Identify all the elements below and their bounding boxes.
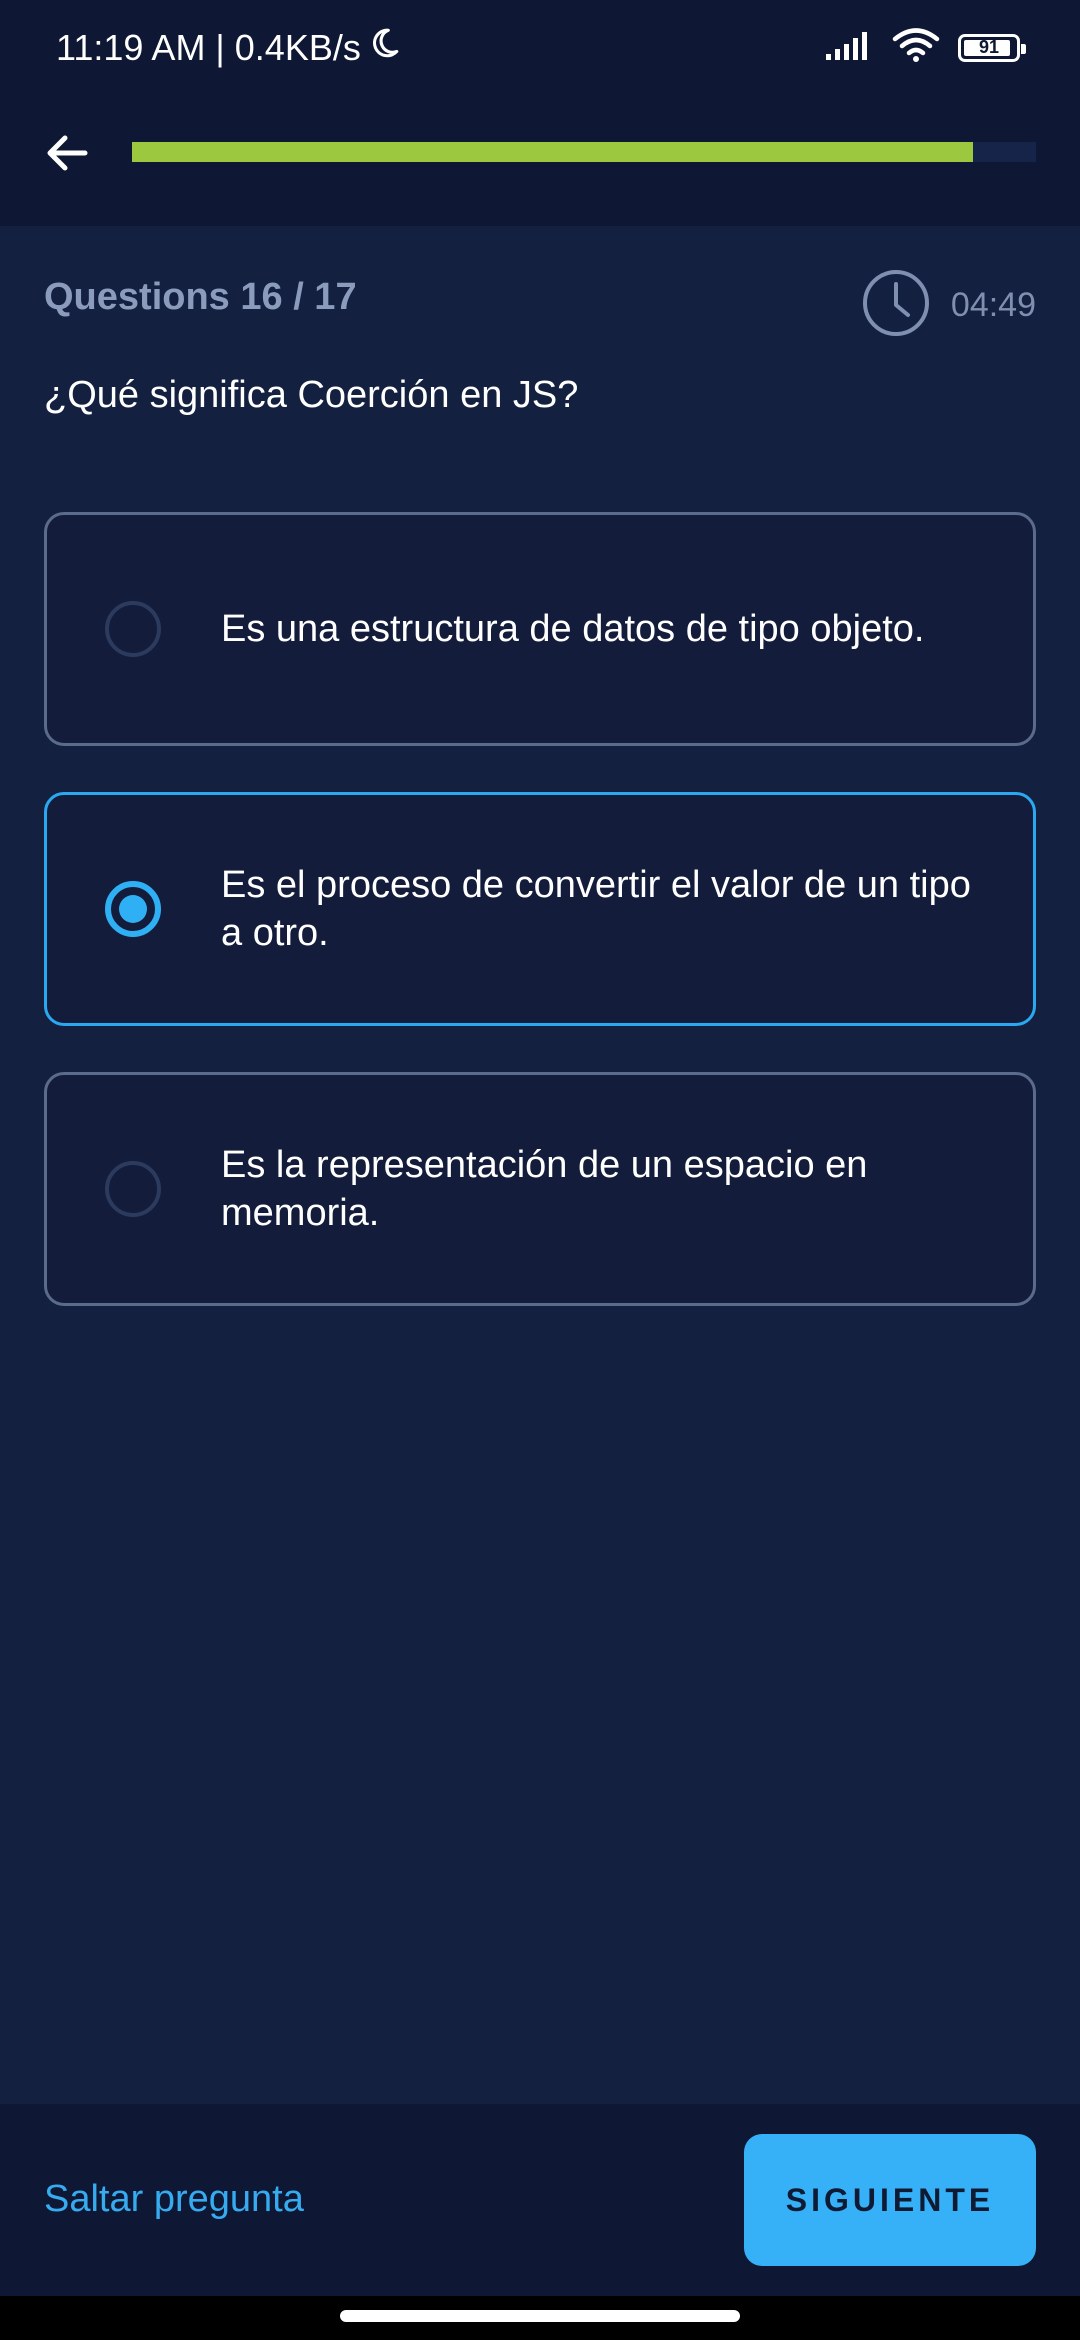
- moon-icon: [367, 26, 401, 69]
- back-button[interactable]: [36, 124, 98, 186]
- quiz-header: [0, 100, 1080, 226]
- wifi-icon: [892, 28, 940, 67]
- arrow-left-icon: [43, 129, 91, 182]
- clock-icon: [861, 268, 931, 343]
- answer-option-label: Es una estructura de datos de tipo objet…: [221, 608, 925, 650]
- answer-option-label: Es la representación de un espacio en me…: [221, 1144, 868, 1234]
- home-indicator[interactable]: [340, 2310, 740, 2322]
- quiz-footer: Saltar pregunta SIGUIENTE: [0, 2104, 1080, 2296]
- next-button[interactable]: SIGUIENTE: [744, 2134, 1036, 2266]
- timer: 04:49: [861, 268, 1036, 343]
- status-right: 91: [824, 28, 1026, 67]
- status-time-speed: 11:19 AM | 0.4KB/s: [56, 26, 361, 68]
- radio-button[interactable]: [105, 881, 161, 937]
- radio-button[interactable]: [105, 1161, 161, 1217]
- quiz-progress-fill: [132, 142, 973, 162]
- answer-option-3[interactable]: Es la representación de un espacio en me…: [44, 1072, 1036, 1306]
- signal-icon: [824, 30, 874, 65]
- status-left: 11:19 AM | 0.4KB/s: [56, 26, 401, 69]
- skip-question-link[interactable]: Saltar pregunta: [44, 2178, 304, 2221]
- battery-icon: 91: [958, 33, 1026, 62]
- answer-option-2[interactable]: Es el proceso de convertir el valor de u…: [44, 792, 1036, 1026]
- question-counter: Questions 16 / 17: [44, 276, 357, 318]
- status-bar: 11:19 AM | 0.4KB/s 91: [0, 0, 1080, 100]
- question-text: ¿Qué significa Coerción en JS?: [44, 374, 579, 416]
- battery-level: 91: [978, 37, 1000, 57]
- radio-button[interactable]: [105, 601, 161, 657]
- system-nav-area: [0, 2296, 1080, 2340]
- answer-option-label: Es el proceso de convertir el valor de u…: [221, 864, 971, 954]
- timer-text: 04:49: [950, 286, 1036, 324]
- answer-option-1[interactable]: Es una estructura de datos de tipo objet…: [44, 512, 1036, 746]
- quiz-progress-bar: [132, 142, 1036, 162]
